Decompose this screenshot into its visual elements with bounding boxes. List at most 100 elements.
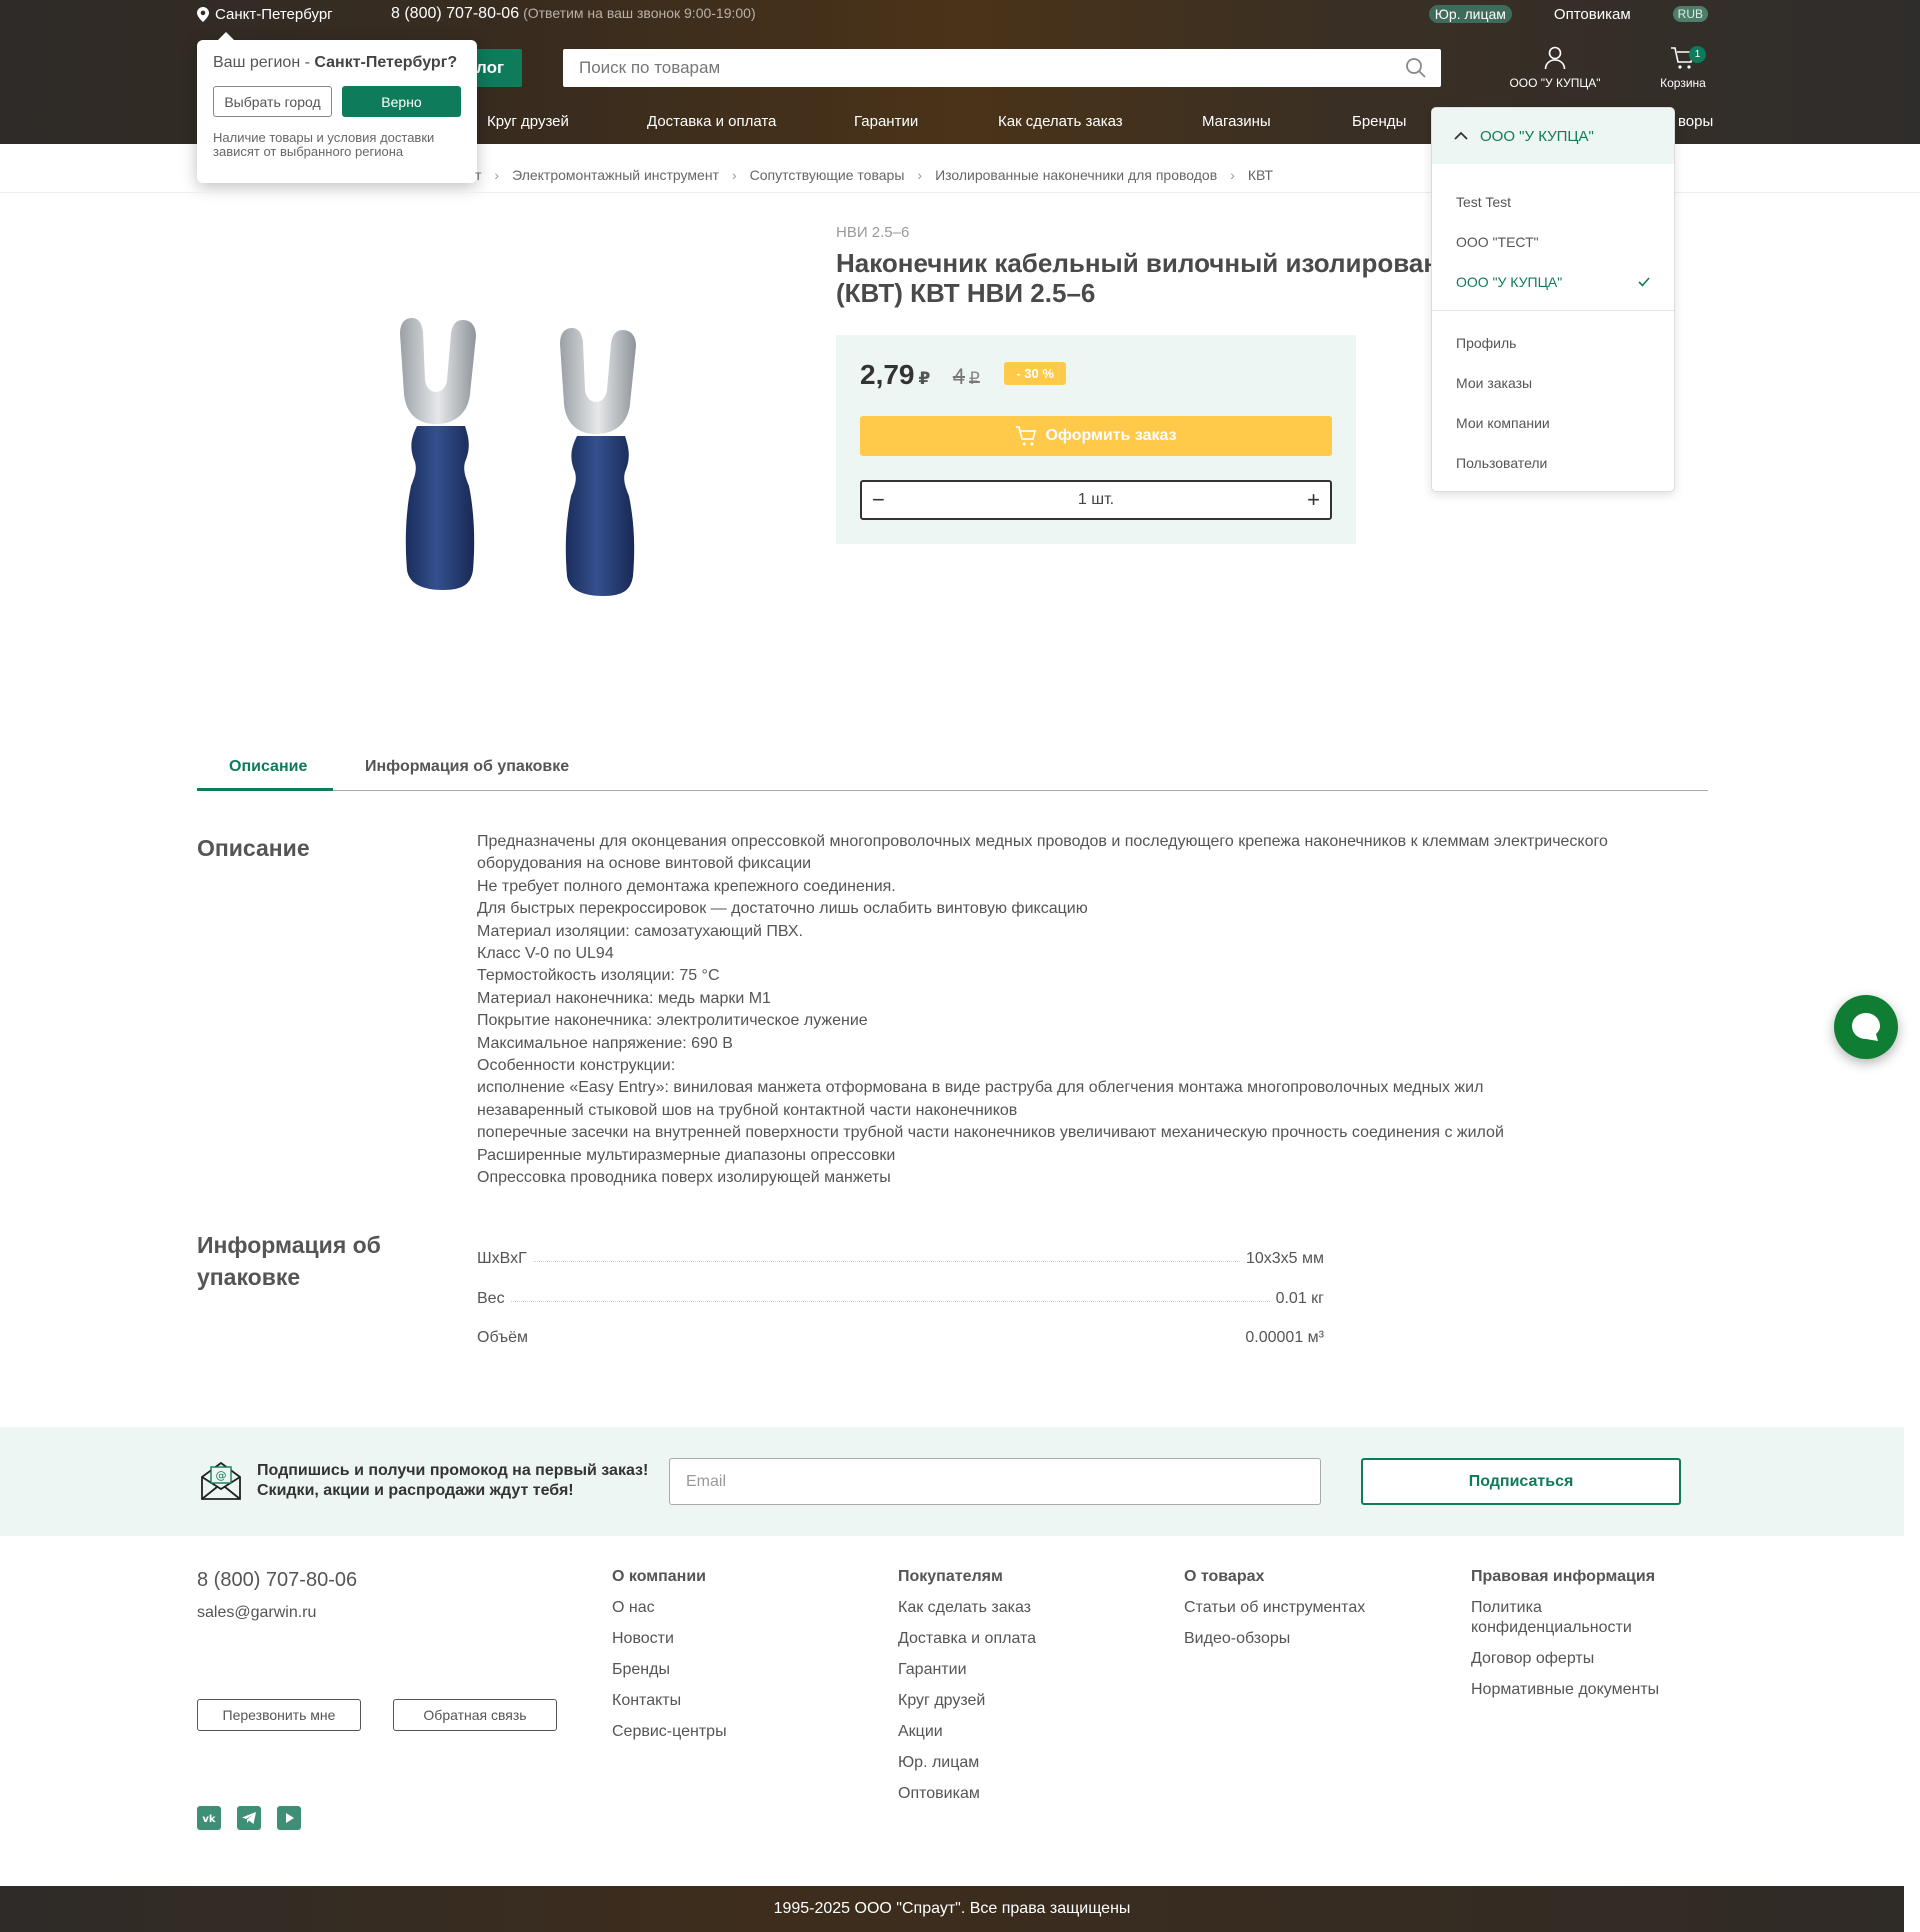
cart[interactable]: 1 Корзина [1655,46,1711,90]
nav-item-how-to-order[interactable]: Как сделать заказ [998,113,1123,130]
footer-link[interactable]: Новости [612,1629,727,1649]
youtube-icon[interactable] [277,1806,301,1830]
company-item[interactable]: ООО "ТЕСТ" [1432,222,1674,262]
cart-label: Корзина [1660,76,1706,90]
region-info: Наличие товары и условия доставки завися… [213,130,435,159]
copyright-bar: 1995-2025 ООО "Спраут". Все права защище… [0,1886,1904,1932]
phone-number[interactable]: 8 (800) 707-80-06 [391,5,519,22]
subscribe-line: Скидки, акции и распродажи ждут тебя! [257,1482,574,1499]
quantity-stepper: − 1 шт. + [860,480,1332,520]
user-account[interactable]: ООО "У КУПЦА" [1505,46,1605,90]
currency-switch[interactable]: RUB [1672,6,1708,22]
ruble-icon: ₽ [918,369,931,388]
increase-quantity-button[interactable]: + [1307,487,1320,513]
product-article: НВИ 2.5–6 [836,224,910,241]
tab-packaging[interactable]: Информация об упаковке [365,758,569,776]
active-tab-indicator [197,788,333,791]
current-price: 2,79 ₽ [860,359,930,391]
region-selector[interactable]: Санкт-Петербург [197,6,333,23]
callback-button[interactable]: Перезвонить мне [197,1699,361,1731]
footer-phone[interactable]: 8 (800) 707-80-06 [197,1569,357,1592]
top-bar: Санкт-Петербург 8 (800) 707-80-06 (Ответи… [197,0,1708,30]
footer-link[interactable]: Оптовикам [898,1784,1036,1804]
description-line: незаваренный стыковой шов на трубной кон… [477,1101,1018,1119]
company-item[interactable]: Test Test [1432,182,1674,222]
nav-item-shops[interactable]: Магазины [1202,113,1271,130]
feedback-button[interactable]: Обратная связь [393,1699,557,1731]
nav-item-more[interactable]: воры [1678,113,1713,130]
menu-item-label: Профиль [1456,335,1517,351]
breadcrumb-item[interactable]: т [475,167,481,183]
buy-box: 2,79 ₽ 4 ₽ - 30 % Оформить заказ − 1 шт. + [836,335,1356,544]
footer-link[interactable]: Нормативные документы [1471,1680,1691,1700]
footer-link[interactable]: Доставка и оплата [898,1629,1036,1649]
subscribe-text: Подпишись и получи промокод на первый за… [257,1461,648,1501]
search-input[interactable] [563,49,1441,87]
footer-link[interactable]: Как сделать заказ [898,1598,1036,1618]
location-pin-icon [197,7,209,22]
footer-email[interactable]: sales@garwin.ru [197,1604,316,1622]
nav-item-friends[interactable]: Круг друзей [487,113,569,130]
spec-dots [510,1301,1270,1302]
company-item-label: ООО "У КУПЦА" [1456,274,1563,290]
footer-link[interactable]: О нас [612,1598,727,1618]
user-company-label: ООО "У КУПЦА" [1509,76,1601,90]
footer-link[interactable]: Сервис-центры [612,1722,727,1742]
email-input[interactable] [670,1459,1320,1504]
header-phone[interactable]: 8 (800) 707-80-06 (Ответим на ваш звонок … [391,5,756,23]
description-line: Покрытие наконечника: электролитическое … [477,1012,868,1030]
tab-description[interactable]: Описание [229,758,307,776]
checkout-button[interactable]: Оформить заказ [860,416,1332,456]
nav-item-brands[interactable]: Бренды [1352,113,1406,130]
footer-link[interactable]: Политика конфиденциальности [1471,1598,1651,1638]
decrease-quantity-button[interactable]: − [872,487,885,513]
footer-link[interactable]: Акции [898,1722,1036,1742]
company-item-selected[interactable]: ООО "У КУПЦА" [1432,262,1674,302]
product-image[interactable] [197,222,799,632]
vk-icon[interactable]: vk [197,1806,221,1830]
footer-column-title: Покупателям [898,1568,1003,1585]
product-tabs: Описание Информация об упаковке [197,748,1708,791]
footer-link[interactable]: Статьи об инструментах [1184,1598,1365,1618]
search-bar [563,49,1441,87]
menu-item-label: Мои заказы [1456,375,1533,391]
confirm-city-button[interactable]: Верно [342,86,461,117]
footer-link[interactable]: Видео-обзоры [1184,1629,1365,1649]
breadcrumb-item[interactable]: Электромонтажный инструмент [512,167,719,183]
spec-label: Объём [477,1329,528,1346]
footer-link[interactable]: Круг друзей [898,1691,1036,1711]
telegram-icon[interactable] [237,1806,261,1830]
subscribe-button[interactable]: Подписаться [1361,1458,1681,1505]
nav-item-delivery[interactable]: Доставка и оплата [647,113,776,130]
subscribe-line: Подпишись и получи промокод на первый за… [257,1462,649,1479]
description-line: Класс V-0 по UL94 [477,945,614,963]
menu-item-users[interactable]: Пользователи [1432,443,1674,483]
menu-item-profile[interactable]: Профиль [1432,323,1674,363]
company-dropdown-header[interactable]: ООО "У КУПЦА" [1432,108,1674,164]
quantity-value[interactable]: 1 шт. [1078,491,1114,509]
wholesale-link[interactable]: Оптовикам [1554,6,1631,23]
footer-link[interactable]: Договор оферты [1471,1649,1691,1669]
description-heading: Описание [197,835,310,861]
search-icon[interactable] [1405,57,1427,79]
breadcrumb-item[interactable]: Сопутствующие товары [750,167,905,183]
menu-item-companies[interactable]: Мои компании [1432,403,1674,443]
breadcrumb-item[interactable]: Изолированные наконечники для проводов [935,167,1217,183]
menu-item-orders[interactable]: Мои заказы [1432,363,1674,403]
footer-link[interactable]: Бренды [612,1660,727,1680]
footer-link[interactable]: Юр. лицам [898,1753,1036,1773]
legal-entities-link[interactable]: Юр. лицам [1428,5,1512,23]
choose-city-button[interactable]: Выбрать город [213,86,332,117]
chevron-right-icon: › [494,167,500,183]
spec-label: Вес [477,1290,505,1307]
region-question-city: Санкт-Петербург? [314,54,458,71]
footer-column-company: О компании О нас Новости Бренды Контакты… [612,1568,727,1753]
footer-link[interactable]: Гарантии [898,1660,1036,1680]
nav-item-guarantees[interactable]: Гарантии [854,113,918,130]
footer-link[interactable]: Контакты [612,1691,727,1711]
chat-widget-button[interactable] [1834,995,1898,1059]
description-line: Особенности конструкции: [477,1057,676,1075]
spec-label: ШхВхГ [477,1250,527,1267]
spec-row: Объём 0.00001 м³ [477,1319,1324,1347]
check-icon [1638,277,1650,287]
